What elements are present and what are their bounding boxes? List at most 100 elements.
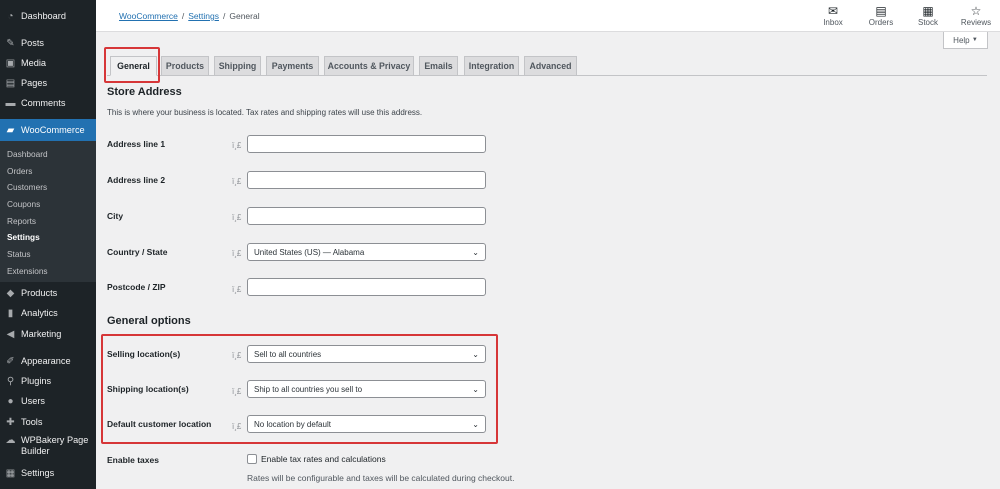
inbox-button[interactable]: ✉ Inbox	[813, 4, 853, 27]
sidebar-item-settings[interactable]: ▦ Settings	[0, 464, 96, 482]
plugins-icon: ⚲	[6, 375, 15, 387]
enable-taxes-checkbox-label[interactable]: Enable tax rates and calculations	[261, 454, 386, 464]
analytics-icon: ▮	[7, 307, 14, 319]
sidebar-item-woocommerce[interactable]: ▰ WooCommerce	[0, 119, 96, 141]
country-state-label: Country / State	[107, 247, 168, 257]
submenu-item-dashboard[interactable]: Dashboard	[0, 146, 96, 161]
shipping-locations-select[interactable]: Ship to all countries you sell to ⌄	[247, 380, 486, 398]
section-description: This is where your business is located. …	[107, 108, 423, 117]
country-state-select[interactable]: United States (US) — Alabama ⌄	[247, 243, 486, 261]
stock-icon: ▦	[922, 4, 934, 18]
sidebar-item-posts[interactable]: ✎ Posts	[0, 34, 96, 52]
inbox-label: Inbox	[823, 18, 843, 27]
help-tip-icon[interactable]: ï¸£	[232, 285, 241, 294]
woocommerce-header: WooCommerce / Settings / General ✉ Inbox ▤ O…	[96, 0, 1000, 32]
sidebar-item-pages[interactable]: ▤ Pages	[0, 74, 96, 92]
section-title-store-address: Store Address	[107, 86, 182, 98]
stock-button[interactable]: ▦ Stock	[908, 4, 948, 27]
reviews-button[interactable]: ☆ Reviews	[956, 4, 996, 27]
taxes-description: Rates will be configurable and taxes wil…	[247, 473, 515, 483]
tab-shipping[interactable]: Shipping	[214, 56, 261, 76]
submenu-item-settings[interactable]: Settings	[0, 229, 96, 244]
select-value: Ship to all countries you sell to	[254, 384, 363, 394]
sidebar-item-label: Comments	[21, 98, 66, 108]
sidebar-item-dashboard[interactable]: ◔ Dashboard	[0, 7, 96, 25]
breadcrumb-separator: /	[222, 11, 226, 21]
address-line-2-input[interactable]	[247, 171, 486, 189]
tools-icon: ✚	[6, 416, 15, 428]
tab-accounts-privacy[interactable]: Accounts & Privacy	[324, 56, 414, 76]
city-input[interactable]	[247, 207, 486, 225]
help-button[interactable]: Help ▼	[943, 32, 988, 49]
sidebar-item-wpbakery[interactable]: ☁ WPBakery Page Builder	[0, 435, 96, 459]
help-tip-icon[interactable]: ï¸£	[232, 141, 241, 150]
default-customer-location-select[interactable]: No location by default ⌄	[247, 415, 486, 433]
help-tip-icon[interactable]: ï¸£	[232, 351, 241, 360]
breadcrumb-woocommerce-link[interactable]: WooCommerce	[119, 11, 178, 21]
inbox-icon: ✉	[827, 4, 839, 18]
help-tip-icon[interactable]: ï¸£	[232, 213, 241, 222]
sidebar-item-label: Products	[21, 288, 58, 298]
chevron-down-icon: ⌄	[472, 419, 479, 429]
dashboard-icon: ◔	[7, 10, 14, 22]
sidebar-item-label: Settings	[21, 468, 55, 478]
sidebar-item-label: Marketing	[21, 329, 62, 339]
help-tip-icon[interactable]: ï¸£	[232, 249, 241, 258]
sidebar-item-label: Appearance	[21, 356, 71, 366]
sidebar-item-label: Dashboard	[21, 11, 66, 21]
selling-locations-select[interactable]: Sell to all countries ⌄	[247, 345, 486, 363]
sidebar-item-products[interactable]: ◆ Products	[0, 284, 96, 302]
tab-products[interactable]: Products	[161, 56, 209, 76]
tab-integration[interactable]: Integration	[464, 56, 519, 76]
tab-advanced[interactable]: Advanced	[524, 56, 577, 76]
stock-label: Stock	[917, 18, 938, 27]
submenu-item-extensions[interactable]: Extensions	[0, 263, 96, 278]
sidebar-item-media[interactable]: ▣ Media	[0, 54, 96, 72]
wpbakery-icon: ☁	[5, 435, 16, 446]
tab-payments[interactable]: Payments	[266, 56, 319, 76]
section-title-general-options: General options	[107, 315, 191, 327]
select-value: United States (US) — Alabama	[254, 247, 365, 257]
submenu-item-reports[interactable]: Reports	[0, 213, 96, 228]
sidebar-item-appearance[interactable]: ✐ Appearance	[0, 352, 96, 370]
chevron-down-icon: ⌄	[472, 384, 479, 394]
chevron-down-icon: ⌄	[472, 247, 479, 257]
admin-sidebar: ◔ Dashboard ✎ Posts ▣ Media ▤ Pages ▬ Co…	[0, 0, 96, 489]
submenu-item-coupons[interactable]: Coupons	[0, 196, 96, 211]
submenu-item-customers[interactable]: Customers	[0, 179, 96, 194]
address-line-1-input[interactable]	[247, 135, 486, 153]
pin-icon: ✎	[6, 37, 15, 49]
city-label: City	[107, 211, 124, 221]
help-label: Help	[953, 35, 970, 45]
chevron-down-icon: ⌄	[472, 349, 479, 359]
sidebar-item-comments[interactable]: ▬ Comments	[0, 94, 96, 112]
sidebar-item-tools[interactable]: ✚ Tools	[0, 413, 96, 431]
breadcrumb-current: General	[229, 11, 260, 21]
help-tip-icon[interactable]: ï¸£	[232, 422, 241, 431]
submenu-item-status[interactable]: Status	[0, 246, 96, 261]
sidebar-item-label-2: Builder	[21, 446, 50, 456]
sidebar-item-label: Plugins	[21, 376, 52, 386]
tab-general[interactable]: General	[110, 56, 157, 76]
sidebar-item-marketing[interactable]: ◀ Marketing	[0, 325, 96, 343]
sidebar-item-users[interactable]: ● Users	[0, 392, 96, 410]
help-tip-icon[interactable]: ï¸£	[232, 177, 241, 186]
pages-icon: ▤	[5, 77, 16, 89]
select-value: Sell to all countries	[254, 349, 322, 359]
orders-icon: ▤	[875, 4, 887, 18]
submenu-item-orders[interactable]: Orders	[0, 163, 96, 178]
help-tip-icon[interactable]: ï¸£	[232, 387, 241, 396]
orders-button[interactable]: ▤ Orders	[861, 4, 901, 27]
reviews-label: Reviews	[960, 18, 992, 27]
sidebar-item-analytics[interactable]: ▮ Analytics	[0, 304, 96, 322]
tab-emails[interactable]: Emails	[419, 56, 458, 76]
postcode-input[interactable]	[247, 278, 486, 296]
sidebar-item-label: Tools	[21, 417, 43, 427]
address-line-1-label: Address line 1	[107, 139, 166, 149]
sidebar-item-label: Users	[21, 396, 45, 406]
reviews-icon: ☆	[970, 4, 982, 18]
enable-taxes-checkbox[interactable]	[247, 454, 257, 464]
sidebar-item-plugins[interactable]: ⚲ Plugins	[0, 372, 96, 390]
breadcrumb: WooCommerce / Settings / General	[119, 11, 260, 21]
breadcrumb-settings-link[interactable]: Settings	[188, 11, 219, 21]
